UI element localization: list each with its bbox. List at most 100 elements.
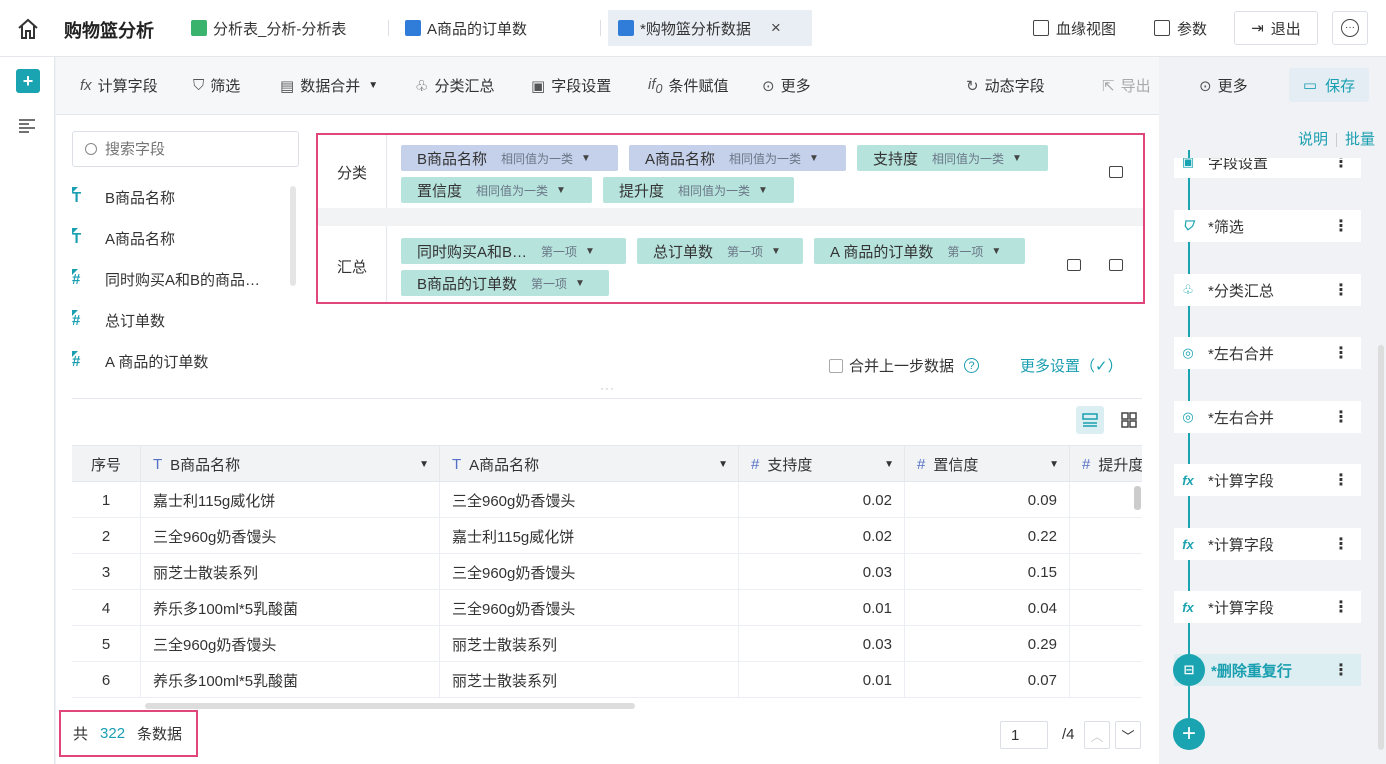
table-cell[interactable]: 0.29: [905, 626, 1070, 662]
more-button[interactable]: ⊙ 更多: [762, 75, 811, 96]
chevron-down-icon[interactable]: ▼: [718, 459, 728, 470]
table-cell[interactable]: [1070, 554, 1142, 590]
chevron-down-icon[interactable]: ▼: [809, 153, 819, 164]
prev-page-button[interactable]: ︿: [1084, 721, 1110, 749]
merge-checkbox[interactable]: [829, 358, 843, 373]
table-cell[interactable]: 0.01: [739, 590, 905, 626]
kebab-menu-icon[interactable]: ⋮: [1333, 534, 1349, 554]
category-chip[interactable]: 置信度 相同值为一类 ▼: [401, 177, 592, 203]
table-cell[interactable]: 3: [72, 554, 141, 590]
table-cell[interactable]: [1070, 482, 1142, 518]
step-item[interactable]: ◎ *左右合并 ⋮: [1174, 401, 1361, 433]
tab-basket-data[interactable]: *购物篮分析数据 ×: [608, 10, 812, 46]
category-chip[interactable]: A商品名称 相同值为一类 ▼: [629, 145, 846, 171]
table-cell[interactable]: 6: [72, 662, 141, 698]
resize-handle[interactable]: ···: [600, 381, 615, 395]
table-row[interactable]: 2 三全960g奶香馒头 嘉士利115g威化饼 0.02 0.22: [72, 518, 1142, 554]
chevron-down-icon[interactable]: ▼: [556, 185, 566, 196]
summary-chip[interactable]: 总订单数 第一项 ▼: [637, 238, 803, 264]
table-cell[interactable]: [1070, 590, 1142, 626]
tab-a-orders[interactable]: A商品的订单数: [395, 10, 537, 46]
dynamic-field-button[interactable]: ↻ 动态字段: [966, 75, 1045, 96]
field-item[interactable]: # 总订单数: [72, 307, 165, 333]
kebab-menu-icon[interactable]: ⋮: [1333, 407, 1349, 427]
category-chip[interactable]: 支持度 相同值为一类 ▼: [857, 145, 1048, 171]
field-search[interactable]: [72, 131, 299, 167]
table-cell[interactable]: 0.01: [739, 662, 905, 698]
search-input[interactable]: [105, 140, 275, 158]
help-icon[interactable]: ?: [964, 358, 980, 373]
chevron-down-icon[interactable]: ▼: [419, 459, 429, 470]
chevron-down-icon[interactable]: ▼: [884, 459, 894, 470]
step-item[interactable]: fx *计算字段 ⋮: [1174, 528, 1361, 560]
filter-button[interactable]: ⛉ 筛选: [193, 75, 240, 96]
category-chip[interactable]: 提升度 相同值为一类 ▼: [603, 177, 794, 203]
kebab-menu-icon[interactable]: ⋮: [1333, 597, 1349, 617]
step-item[interactable]: ⛉ *筛选 ⋮: [1174, 210, 1361, 242]
summary-chip[interactable]: A 商品的订单数 第一项 ▼: [814, 238, 1025, 264]
table-cell[interactable]: 三全960g奶香馒头: [440, 590, 739, 626]
chevron-down-icon[interactable]: ▼: [758, 185, 768, 196]
table-cell[interactable]: [1070, 626, 1142, 662]
next-page-button[interactable]: ﹀: [1115, 721, 1141, 749]
table-cell[interactable]: 1: [72, 482, 141, 518]
table-cell[interactable]: 0.07: [905, 662, 1070, 698]
table-vertical-scrollbar[interactable]: [1134, 486, 1141, 510]
field-settings-button[interactable]: ▣ 字段设置: [531, 75, 611, 96]
more-right-button[interactable]: ⊙ 更多: [1199, 75, 1248, 96]
home-icon[interactable]: [16, 17, 40, 41]
grid-view-button[interactable]: [1115, 406, 1143, 434]
chevron-down-icon[interactable]: ▼: [585, 246, 595, 257]
lineage-view-button[interactable]: 血缘视图: [1033, 10, 1116, 46]
column-header[interactable]: T A商品名称 ▼: [440, 446, 739, 482]
table-horizontal-scrollbar[interactable]: [145, 703, 635, 709]
close-icon[interactable]: ×: [771, 18, 781, 38]
table-cell[interactable]: 养乐多100ml*5乳酸菌: [141, 590, 440, 626]
table-cell[interactable]: 0.09: [905, 482, 1070, 518]
column-header[interactable]: # 置信度 ▼: [905, 446, 1070, 482]
field-list-scrollbar[interactable]: [290, 186, 296, 286]
table-cell[interactable]: 0.15: [905, 554, 1070, 590]
add-step-button[interactable]: +: [1173, 718, 1205, 750]
chevron-down-icon[interactable]: ▼: [1049, 459, 1059, 470]
table-row[interactable]: 1 嘉士利115g威化饼 三全960g奶香馒头 0.02 0.09: [72, 482, 1142, 518]
table-row[interactable]: 5 三全960g奶香馒头 丽芝士散装系列 0.03 0.29: [72, 626, 1142, 662]
table-cell[interactable]: 三全960g奶香馒头: [141, 626, 440, 662]
exit-button[interactable]: ⇥ 退出: [1234, 11, 1318, 45]
table-cell[interactable]: 丽芝士散装系列: [440, 626, 739, 662]
field-item[interactable]: T B商品名称: [72, 184, 175, 210]
table-cell[interactable]: 三全960g奶香馒头: [141, 518, 440, 554]
table-cell[interactable]: 0.02: [739, 482, 905, 518]
field-item[interactable]: # 同时购买A和B的商品…: [72, 266, 260, 292]
step-item[interactable]: fx *计算字段 ⋮: [1174, 591, 1361, 623]
more-settings-link[interactable]: 更多设置（✓）: [1020, 355, 1123, 376]
chevron-down-icon[interactable]: ▼: [1012, 153, 1022, 164]
explain-link[interactable]: 说明: [1298, 131, 1328, 148]
export-button[interactable]: ⇱ 导出: [1102, 75, 1151, 96]
table-cell[interactable]: 丽芝士散装系列: [440, 662, 739, 698]
table-cell[interactable]: 三全960g奶香馒头: [440, 482, 739, 518]
category-chip[interactable]: B商品名称 相同值为一类 ▼: [401, 145, 618, 171]
table-cell[interactable]: 丽芝士散装系列: [141, 554, 440, 590]
table-cell[interactable]: 2: [72, 518, 141, 554]
clear-category-icon[interactable]: [1109, 166, 1123, 178]
field-item[interactable]: # A 商品的订单数: [72, 348, 208, 374]
table-cell[interactable]: 0.03: [739, 626, 905, 662]
calc-field-button[interactable]: fx 计算字段: [80, 75, 158, 96]
tab-analysis-table[interactable]: 分析表_分析-分析表: [181, 10, 356, 46]
step-item[interactable]: fx *计算字段 ⋮: [1174, 464, 1361, 496]
table-cell[interactable]: 0.04: [905, 590, 1070, 626]
group-summary-button[interactable]: ♧ 分类汇总: [415, 75, 494, 96]
table-row[interactable]: 6 养乐多100ml*5乳酸菌 丽芝士散装系列 0.01 0.07: [72, 662, 1142, 698]
table-cell[interactable]: 0.02: [739, 518, 905, 554]
kebab-menu-icon[interactable]: ⋮: [1333, 343, 1349, 363]
list-view-button[interactable]: [1076, 406, 1104, 434]
summary-chip[interactable]: B商品的订单数 第一项 ▼: [401, 270, 609, 296]
step-item[interactable]: ⊟ *删除重复行 ⋮: [1173, 654, 1361, 686]
table-cell[interactable]: 0.03: [739, 554, 905, 590]
table-row[interactable]: 3 丽芝士散装系列 三全960g奶香馒头 0.03 0.15: [72, 554, 1142, 590]
chevron-down-icon[interactable]: ▼: [581, 153, 591, 164]
kebab-menu-icon[interactable]: ⋮: [1333, 660, 1349, 680]
clear-format-icon[interactable]: [1067, 259, 1081, 271]
table-cell[interactable]: 嘉士利115g威化饼: [141, 482, 440, 518]
